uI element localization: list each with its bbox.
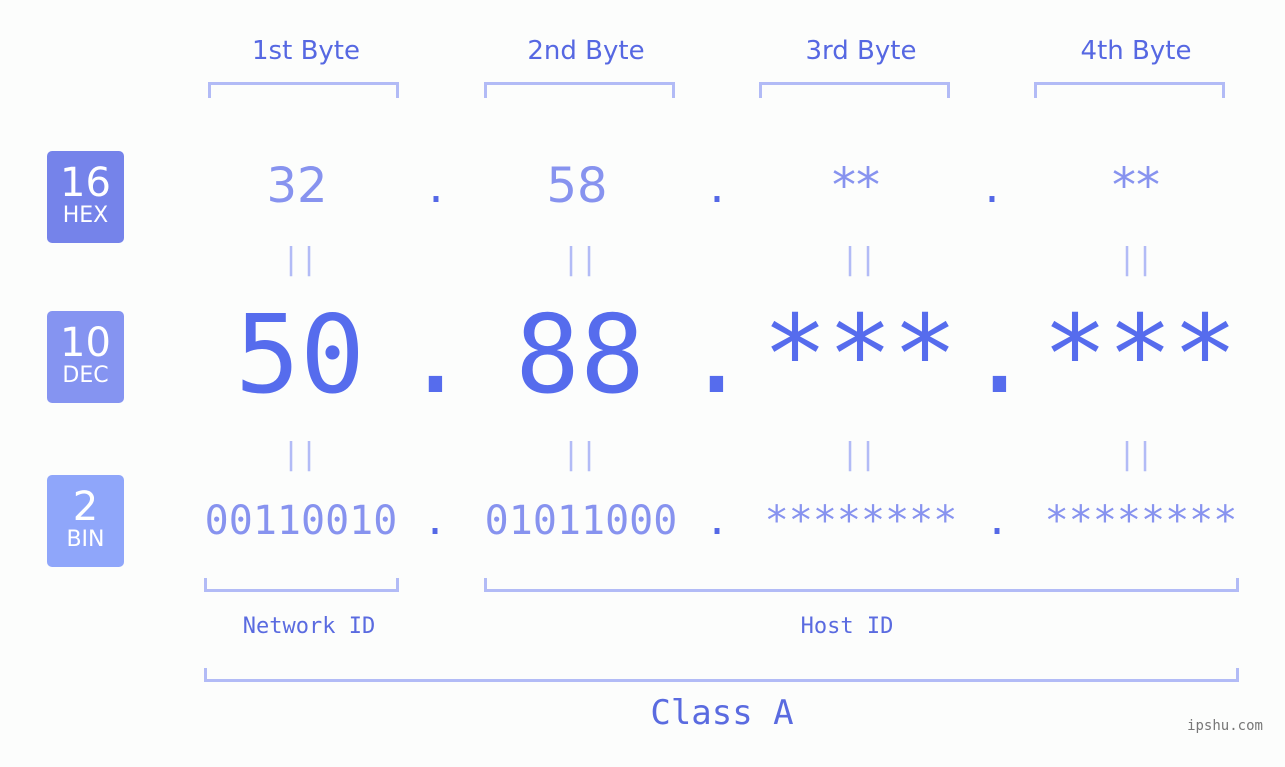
dec-byte-4: ***: [1042, 293, 1238, 418]
equals-icon: ||: [281, 242, 319, 277]
bin-separator-1: .: [422, 498, 448, 544]
equals-icon: ||: [1117, 242, 1155, 277]
byte-1-bracket: [208, 82, 399, 98]
bin-byte-2: 01011000: [484, 498, 678, 544]
hex-base-label: HEX: [62, 203, 109, 228]
bin-base-number: 2: [72, 484, 99, 530]
bin-separator-2: .: [704, 498, 730, 544]
equals-icon: ||: [561, 242, 599, 277]
byte-1-header: 1st Byte: [252, 36, 360, 66]
hex-byte-1: 32: [266, 158, 328, 214]
host-id-label: Host ID: [800, 614, 894, 639]
hex-base-badge: 16 HEX: [47, 151, 124, 243]
dec-base-number: 10: [60, 320, 111, 366]
bin-byte-1: 00110010: [204, 498, 398, 544]
hex-separator-2: .: [709, 158, 725, 214]
equals-icon: ||: [561, 437, 599, 472]
byte-3-header: 3rd Byte: [805, 36, 917, 66]
class-label: Class A: [650, 693, 794, 733]
class-bracket: [204, 668, 1239, 682]
hex-base-number: 16: [60, 160, 111, 206]
hex-separator-3: .: [984, 158, 1000, 214]
hex-byte-2: 58: [546, 158, 608, 214]
dec-base-label: DEC: [62, 363, 109, 388]
dec-base-badge: 10 DEC: [47, 311, 124, 403]
network-id-bracket: [204, 578, 399, 592]
bin-base-badge: 2 BIN: [47, 475, 124, 567]
hex-byte-4: **: [1112, 158, 1160, 214]
byte-4-header: 4th Byte: [1080, 36, 1192, 66]
host-id-bracket: [484, 578, 1239, 592]
equals-icon: ||: [840, 242, 878, 277]
bin-separator-3: .: [984, 498, 1010, 544]
watermark: ipshu.com: [1187, 718, 1263, 734]
equals-icon: ||: [1117, 437, 1155, 472]
equals-icon: ||: [840, 437, 878, 472]
byte-3-bracket: [759, 82, 950, 98]
equals-icon: ||: [281, 437, 319, 472]
hex-byte-3: **: [832, 158, 880, 214]
byte-2-bracket: [484, 82, 675, 98]
bin-byte-3: ********: [764, 498, 958, 544]
byte-2-header: 2nd Byte: [527, 36, 645, 66]
byte-4-bracket: [1034, 82, 1225, 98]
bin-byte-4: ********: [1044, 498, 1238, 544]
network-id-label: Network ID: [242, 614, 376, 639]
dec-byte-3: ***: [762, 293, 958, 418]
hex-separator-1: .: [428, 158, 444, 214]
bin-base-label: BIN: [66, 527, 105, 552]
